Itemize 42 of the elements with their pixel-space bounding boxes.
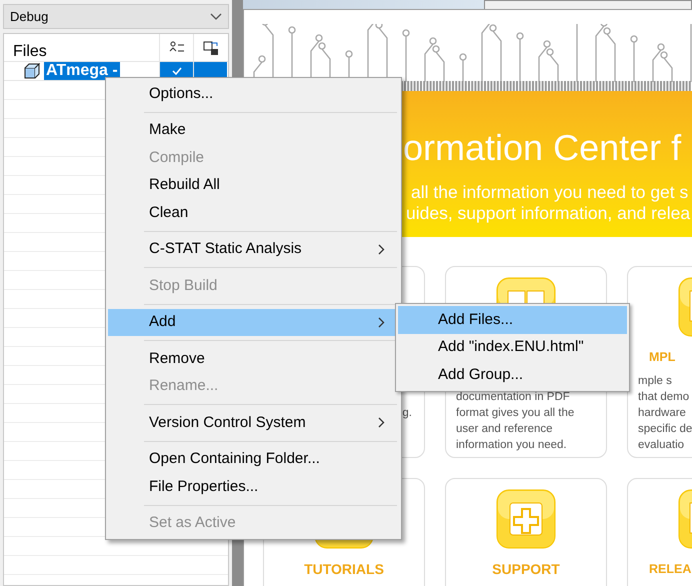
chevron-down-icon xyxy=(210,12,222,20)
chevron-right-icon xyxy=(378,244,385,255)
tab[interactable] xyxy=(484,0,692,9)
menu-item[interactable]: Version Control System xyxy=(108,409,399,436)
card-title: MPL xyxy=(649,349,676,366)
card-text: that demo xyxy=(638,390,690,405)
banner-title: ormation Center f xyxy=(403,128,682,168)
menu-item[interactable]: Clean xyxy=(108,199,399,226)
card-text: user and reference xyxy=(456,422,553,437)
card-title: TUTORIALS xyxy=(304,561,384,579)
menu-item[interactable]: Make xyxy=(108,116,399,144)
banner-subtitle: all the information you need to get s xyxy=(411,182,690,203)
card-text: g. xyxy=(402,406,412,421)
menu-item[interactable]: Open Containing Folder... xyxy=(108,446,399,473)
menu-item[interactable]: Add "index.ENU.html" xyxy=(398,334,627,361)
config-dropdown[interactable]: Debug xyxy=(3,4,229,29)
chevron-right-icon xyxy=(378,417,385,428)
compile-status-icon xyxy=(168,40,184,54)
card-text: specific de xyxy=(638,422,692,437)
cube-icon xyxy=(24,63,41,79)
check-icon xyxy=(172,67,182,75)
binary-file-icon xyxy=(202,40,218,56)
card-text: information you need. xyxy=(456,438,567,453)
menu-item[interactable]: Add Group... xyxy=(398,361,627,388)
column-header: Files xyxy=(12,42,48,61)
menu-item[interactable]: Add Files... xyxy=(398,306,627,334)
card-text: mple s xyxy=(638,374,672,389)
card-text: hardware xyxy=(638,406,686,421)
card-title: SUPPORT xyxy=(492,561,560,579)
card-text: format gives you all the xyxy=(456,406,574,421)
card-text: evaluatio xyxy=(638,438,684,453)
project-node[interactable]: ATmega - xyxy=(44,62,120,80)
first-aid-icon xyxy=(496,489,556,549)
chevron-right-icon xyxy=(378,316,385,328)
card-text: documentation in PDF xyxy=(456,390,570,405)
menu-item[interactable]: File Properties... xyxy=(108,473,399,500)
menu-item[interactable]: Options... xyxy=(108,80,399,108)
card-title: RELEA xyxy=(649,561,692,578)
banner-subtitle: uides, support information, and relea xyxy=(406,203,692,224)
menu-item[interactable]: C-STAT Static Analysis xyxy=(108,236,399,263)
menu-item[interactable]: Remove xyxy=(108,345,399,372)
menu-item[interactable]: Rebuild All xyxy=(108,172,399,199)
